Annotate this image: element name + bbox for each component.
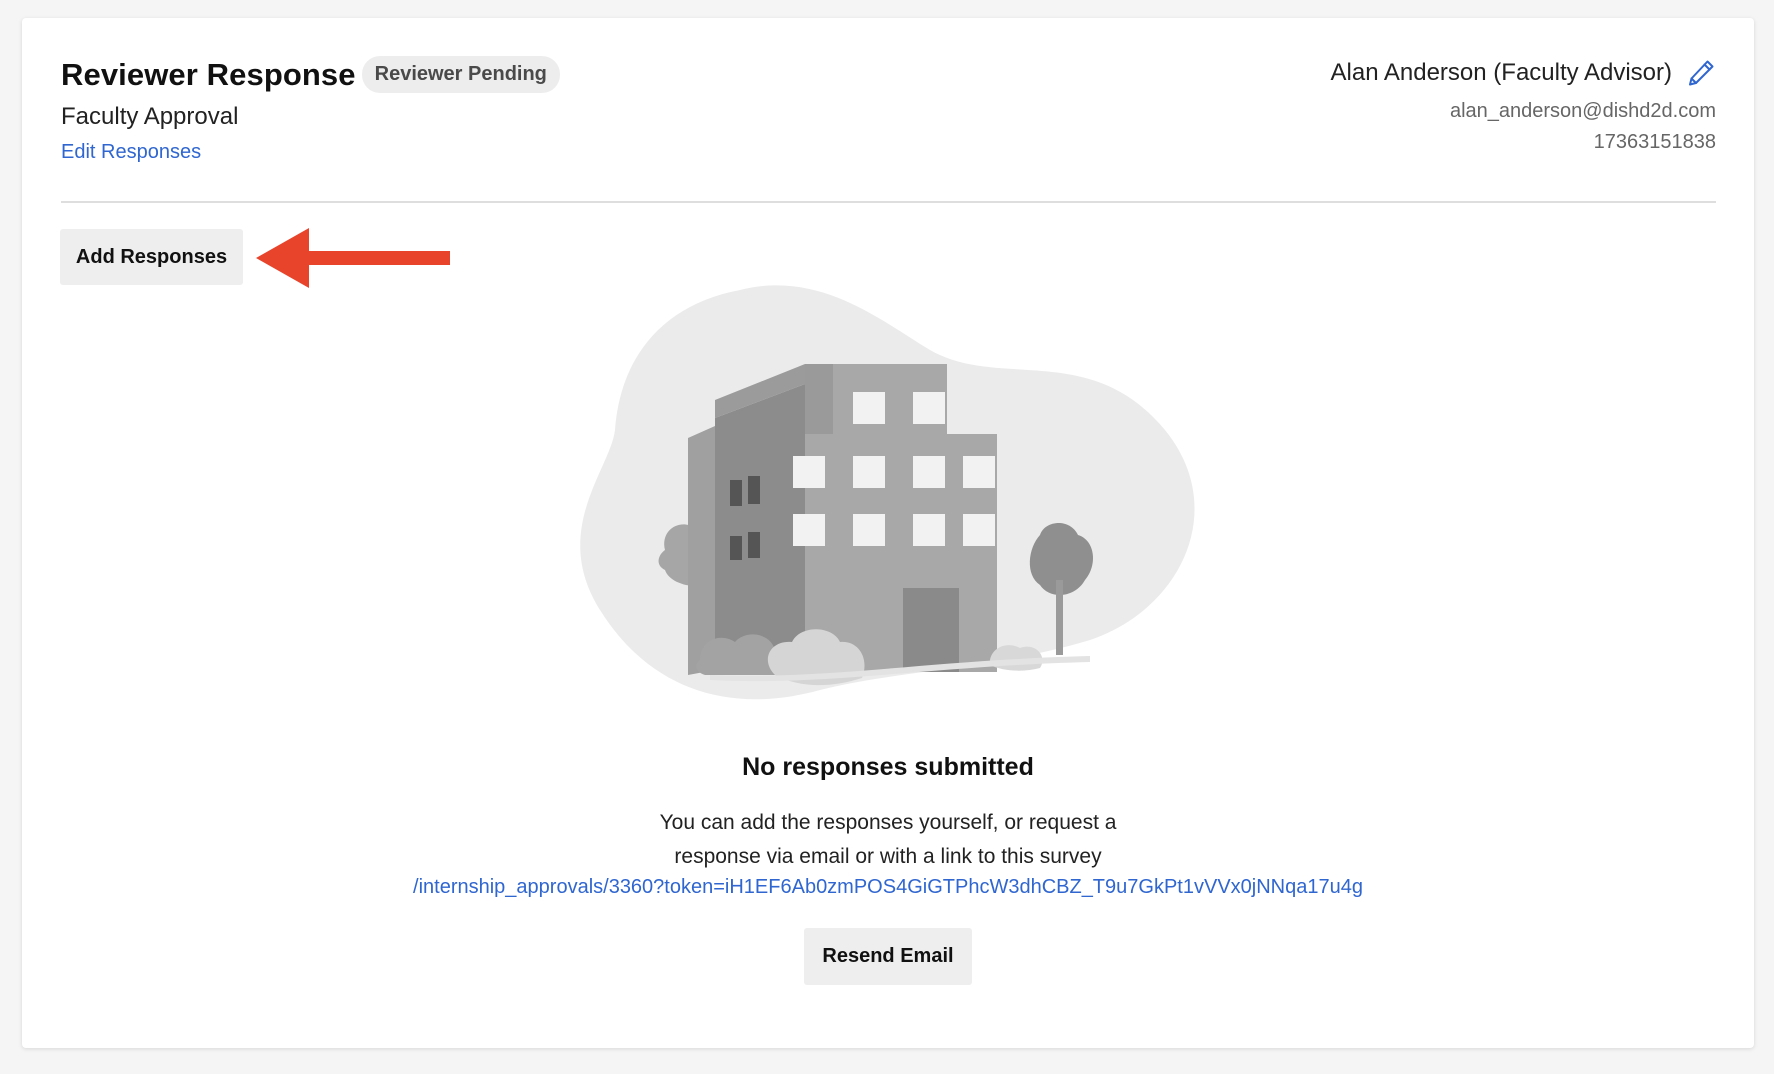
reviewer-name-row: Alan Anderson (Faculty Advisor) — [1331, 58, 1717, 88]
empty-state-text: You can add the responses yourself, or r… — [22, 806, 1754, 874]
empty-state-line-1: You can add the responses yourself, or r… — [659, 811, 1117, 834]
reviewer-info: Alan Anderson (Faculty Advisor) alan_and… — [1331, 58, 1717, 154]
red-arrow-icon — [256, 228, 450, 288]
status-badge: Reviewer Pending — [361, 56, 560, 93]
page-title: Reviewer Response — [61, 56, 356, 92]
pencil-icon[interactable] — [1686, 58, 1716, 88]
survey-link[interactable]: /internship_approvals/3360?token=iH1EF6A… — [22, 876, 1754, 899]
reviewer-name: Alan Anderson (Faculty Advisor) — [1330, 59, 1673, 86]
page-subtitle: Faculty Approval — [61, 103, 239, 130]
reviewer-email: alan_anderson@dishd2d.com — [1449, 100, 1716, 122]
reviewer-response-card: Reviewer Response Reviewer Pending Facul… — [22, 18, 1754, 1048]
empty-state-line-2: response via email or with a link to thi… — [674, 845, 1102, 868]
reviewer-phone: 17363151838 — [1593, 131, 1716, 153]
building-illustration — [580, 285, 1195, 700]
resend-email-button[interactable]: Resend Email — [804, 928, 972, 985]
header-left: Reviewer Response Reviewer Pending Facul… — [61, 56, 560, 164]
empty-state-title: No responses submitted — [742, 753, 1034, 781]
header-divider — [61, 201, 1716, 203]
add-responses-button[interactable]: Add Responses — [60, 229, 243, 285]
title-row: Reviewer Response Reviewer Pending — [61, 56, 560, 93]
edit-responses-link[interactable]: Edit Responses — [61, 141, 201, 164]
